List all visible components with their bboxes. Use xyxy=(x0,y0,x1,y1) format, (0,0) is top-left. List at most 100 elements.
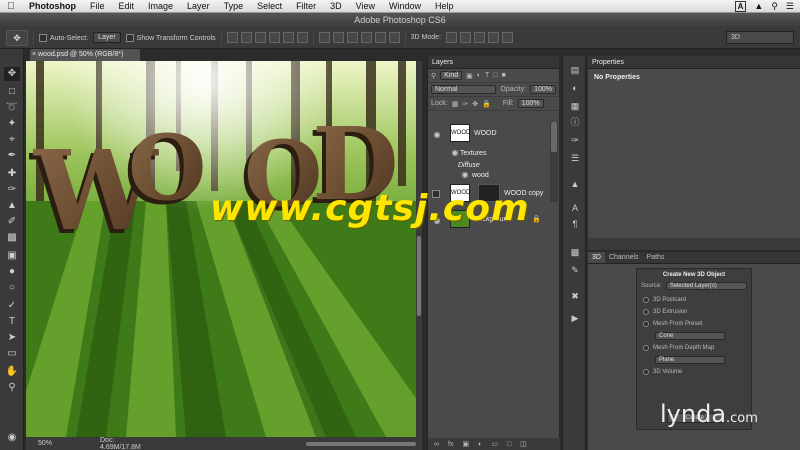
path-select-tool-icon[interactable]: ➤ xyxy=(4,331,20,345)
swatches-icon[interactable]: ▦ xyxy=(568,100,582,112)
hand-tool-icon[interactable]: ✋ xyxy=(4,365,20,379)
move-tool-preset-icon[interactable]: ✥ xyxy=(6,29,28,46)
clone-stamp-tool-icon[interactable]: ▲ xyxy=(4,199,20,213)
crop-tool-icon[interactable]: ⌖ xyxy=(4,133,20,147)
notes-icon[interactable]: ✎ xyxy=(568,264,582,276)
show-transform-checkbox[interactable]: Show Transform Controls xyxy=(125,33,216,42)
filter-adjust-icon[interactable]: ◐ xyxy=(477,72,481,79)
distribute-vcenter-icon[interactable] xyxy=(332,32,344,43)
opacity-field[interactable]: 100% xyxy=(530,85,556,94)
color-icon[interactable]: ◐ xyxy=(568,82,582,94)
quick-mask-icon[interactable]: ◉ xyxy=(4,431,20,445)
marquee-tool-icon[interactable]: □ xyxy=(4,85,20,99)
document-tab[interactable]: wood.psd @ 50% (RGB/8*) × xyxy=(30,49,140,61)
menu-type[interactable]: Type xyxy=(217,1,251,11)
3d-rotate-icon[interactable] xyxy=(446,32,457,43)
menu-edit[interactable]: Edit xyxy=(112,1,142,11)
radio-button[interactable] xyxy=(643,369,649,375)
3d-slide-icon[interactable] xyxy=(488,32,499,43)
brush-tool-icon[interactable]: ✑ xyxy=(4,183,20,197)
history-brush-tool-icon[interactable]: ✐ xyxy=(4,215,20,229)
preset-dropdown[interactable]: Cone xyxy=(655,332,725,340)
paragraph-icon[interactable]: ¶ xyxy=(568,218,582,230)
distribute-top-icon[interactable] xyxy=(318,32,330,43)
visibility-eye-icon[interactable]: ◉ xyxy=(450,148,460,157)
3d-roll-icon[interactable] xyxy=(460,32,471,43)
filter-type-icon[interactable]: T xyxy=(485,72,489,79)
radio-button[interactable] xyxy=(643,345,649,351)
tab-paths[interactable]: Paths xyxy=(643,252,669,263)
menu-3d[interactable]: 3D xyxy=(323,1,349,11)
source-dropdown[interactable]: Selected Layer(s) xyxy=(665,282,747,290)
scroll-thumb[interactable] xyxy=(417,236,421,316)
mask-icon[interactable]: ▣ xyxy=(462,440,469,448)
info-icon[interactable]: ⓘ xyxy=(568,116,582,128)
trash-icon[interactable]: ◫ xyxy=(520,440,527,448)
type-tool-icon[interactable]: T xyxy=(4,315,20,329)
lasso-tool-icon[interactable]: ➰ xyxy=(4,101,20,115)
notification-icon[interactable]: ▲ xyxy=(754,1,763,11)
zoom-level[interactable]: 50% xyxy=(26,440,66,447)
tab-3d[interactable]: 3D xyxy=(588,252,605,263)
layers-comp-icon[interactable]: ▩ xyxy=(568,246,582,258)
align-top-icon[interactable] xyxy=(226,32,238,43)
tools-icon[interactable]: ✖ xyxy=(568,290,582,302)
align-right-icon[interactable] xyxy=(296,32,308,43)
align-bottom-icon[interactable] xyxy=(254,32,266,43)
align-left-icon[interactable] xyxy=(268,32,280,43)
layer-row-wood[interactable]: ◉ WOOD WOOD xyxy=(428,120,548,150)
menu-file[interactable]: File xyxy=(83,1,112,11)
layers-scrollbar[interactable] xyxy=(550,122,558,202)
canvas-horizontal-scrollbar[interactable] xyxy=(306,441,416,446)
menu-image[interactable]: Image xyxy=(141,1,180,11)
blur-tool-icon[interactable]: ● xyxy=(4,265,20,279)
brush-presets-icon[interactable]: ✑ xyxy=(568,134,582,146)
depth-map-dropdown[interactable]: Plane xyxy=(655,356,725,364)
document-canvas[interactable]: W W O O O O D D xyxy=(26,61,418,437)
visibility-eye-icon[interactable]: ◉ xyxy=(432,130,442,139)
timeline-icon[interactable]: ▶ xyxy=(568,312,582,324)
radio-button[interactable] xyxy=(643,309,649,315)
3d-scale-icon[interactable] xyxy=(502,32,513,43)
properties-tab[interactable]: Properties xyxy=(588,56,800,69)
character-icon[interactable]: A xyxy=(568,202,582,214)
distribute-bottom-icon[interactable] xyxy=(346,32,358,43)
scroll-thumb[interactable] xyxy=(551,122,557,152)
menu-window[interactable]: Window xyxy=(382,1,428,11)
radio-button[interactable] xyxy=(643,297,649,303)
fill-field[interactable]: 100% xyxy=(517,99,544,108)
distribute-right-icon[interactable] xyxy=(388,32,400,43)
option-3d-volume[interactable]: 3D Volume xyxy=(637,366,751,378)
healing-tool-icon[interactable]: ✚ xyxy=(4,167,20,181)
lock-image-icon[interactable]: ✑ xyxy=(462,100,468,108)
gradient-tool-icon[interactable]: ▣ xyxy=(4,249,20,263)
filter-smart-icon[interactable]: ■ xyxy=(502,72,506,79)
tool-presets-icon[interactable]: ☰ xyxy=(568,152,582,164)
fx-icon[interactable]: fx xyxy=(448,441,453,448)
auto-select-checkbox[interactable]: Auto-Select: xyxy=(39,33,88,42)
distribute-hcenter-icon[interactable] xyxy=(374,32,386,43)
doc-size[interactable]: Doc: 4.69M/17.8M xyxy=(66,437,156,450)
eyedropper-tool-icon[interactable]: ✒ xyxy=(4,149,20,163)
adjustment-icon[interactable]: ◐ xyxy=(478,441,482,448)
menu-help[interactable]: Help xyxy=(428,1,461,11)
menu-view[interactable]: View xyxy=(349,1,382,11)
new-layer-icon[interactable]: □ xyxy=(507,441,511,448)
lock-pixels-icon[interactable]: ▦ xyxy=(452,100,459,108)
spotlight-icon[interactable]: ⚲ xyxy=(771,1,778,12)
filter-pixel-icon[interactable]: ▣ xyxy=(466,72,473,80)
menu-filter[interactable]: Filter xyxy=(289,1,323,11)
history-icon[interactable]: ▤ xyxy=(568,64,582,76)
menu-select[interactable]: Select xyxy=(250,1,289,11)
zoom-tool-icon[interactable]: ⚲ xyxy=(4,381,20,395)
tab-channels[interactable]: Channels xyxy=(605,252,643,263)
dodge-tool-icon[interactable]: ○ xyxy=(4,281,20,295)
align-hcenter-icon[interactable] xyxy=(282,32,294,43)
visibility-eye-icon[interactable]: ◉ xyxy=(460,170,470,179)
filter-shape-icon[interactable]: □ xyxy=(493,72,497,79)
apple-icon[interactable]:  xyxy=(0,1,22,12)
menu-app-name[interactable]: Photoshop xyxy=(22,1,83,11)
align-vcenter-icon[interactable] xyxy=(240,32,252,43)
option-mesh-from-depth-map[interactable]: Mesh From Depth Map xyxy=(637,342,751,354)
option-mesh-from-preset[interactable]: Mesh From Preset xyxy=(637,318,751,330)
